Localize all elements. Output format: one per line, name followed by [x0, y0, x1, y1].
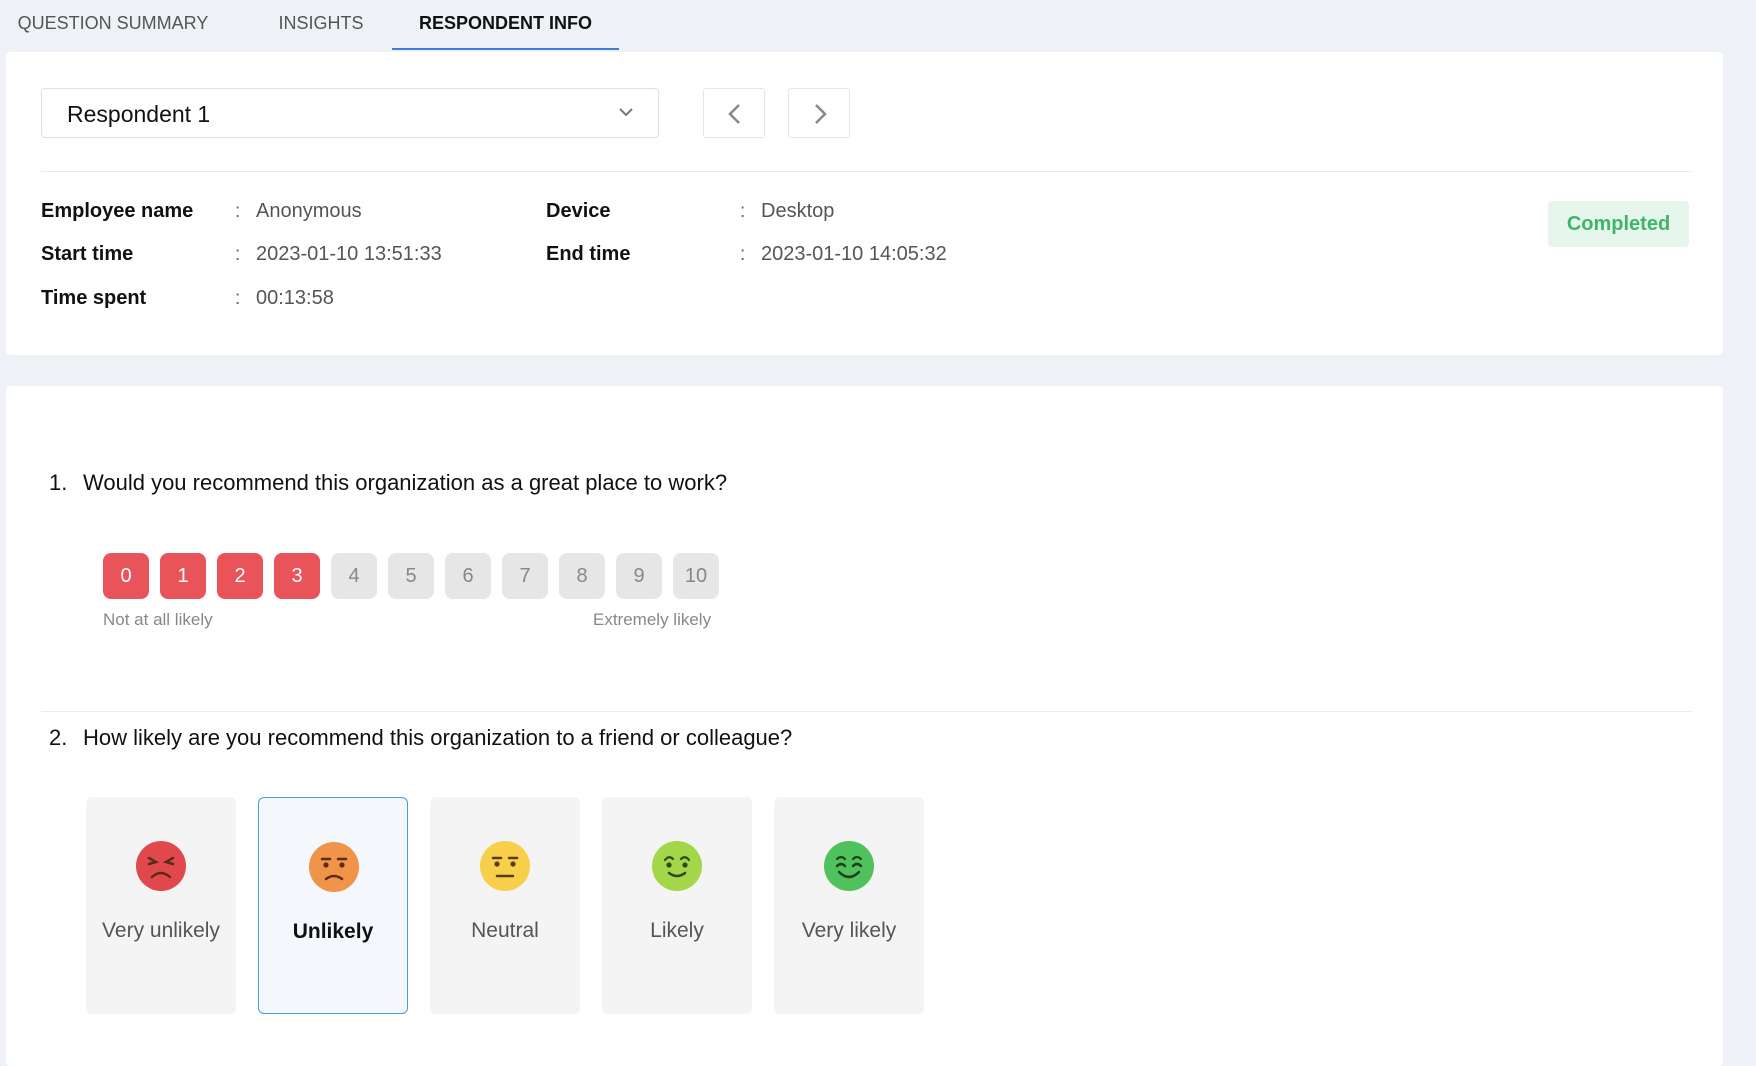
employee-name-value: Anonymous [256, 200, 362, 222]
nps-score-8[interactable]: 8 [559, 553, 605, 599]
nps-score-0[interactable]: 0 [103, 553, 149, 599]
frowning-face-icon [309, 842, 359, 892]
question-text: How likely are you recommend this organi… [83, 725, 793, 750]
angry-face-icon [136, 841, 186, 891]
nps-score-5[interactable]: 5 [388, 553, 434, 599]
separator: : [740, 201, 746, 222]
face-circle [480, 841, 530, 891]
face-circle [652, 841, 702, 891]
next-respondent-button[interactable] [788, 88, 850, 138]
time-spent-label: Time spent [41, 287, 147, 309]
option-label: Very likely [801, 919, 897, 942]
end-time-value: 2023-01-10 14:05:32 [761, 243, 947, 265]
option-label: Likely [650, 919, 704, 942]
respondent-select[interactable]: Respondent 1 [41, 88, 659, 138]
option-label: Unlikely [292, 920, 374, 943]
nps-score-6[interactable]: 6 [445, 553, 491, 599]
device-label: Device [546, 200, 611, 222]
option-label: Very unlikely [102, 919, 220, 942]
tab-respondent-info[interactable]: RESPONDENT INFO [392, 0, 619, 50]
neutral-face-icon [480, 841, 530, 891]
previous-respondent-button[interactable] [703, 88, 765, 138]
chevron-right-icon [815, 104, 827, 124]
device-value: Desktop [761, 200, 835, 222]
face-circle [136, 841, 186, 891]
separator: : [235, 244, 241, 265]
nps-score-9[interactable]: 9 [616, 553, 662, 599]
respondent-select-value: Respondent 1 [67, 101, 211, 127]
option-unlikely[interactable]: Unlikely [258, 797, 408, 1014]
option-very-likely[interactable]: Very likely [774, 797, 924, 1014]
question-text: Would you recommend this organization as… [83, 470, 728, 495]
tab-bar: QUESTION SUMMARY INSIGHTS RESPONDENT INF… [0, 0, 1756, 50]
separator: : [235, 201, 241, 222]
responses-card: 1. Would you recommend this organization… [6, 386, 1723, 1066]
nps-high-label: Extremely likely [593, 610, 712, 629]
nps-score-1[interactable]: 1 [160, 553, 206, 599]
tab-question-summary[interactable]: QUESTION SUMMARY [10, 0, 216, 50]
tab-insights[interactable]: INSIGHTS [258, 0, 384, 50]
face-circle [309, 842, 359, 892]
face-circle [824, 841, 874, 891]
nps-score-3[interactable]: 3 [274, 553, 320, 599]
time-spent-value: 00:13:58 [256, 287, 334, 309]
smiling-face-icon [652, 841, 702, 891]
start-time-value: 2023-01-10 13:51:33 [256, 243, 442, 265]
option-neutral[interactable]: Neutral [430, 797, 580, 1014]
nps-low-label: Not at all likely [103, 610, 213, 629]
option-very-unlikely[interactable]: Very unlikely [86, 797, 236, 1014]
question-number: 1. [49, 470, 68, 495]
employee-name-label: Employee name [41, 200, 194, 222]
end-time-label: End time [546, 243, 631, 265]
nps-score-2[interactable]: 2 [217, 553, 263, 599]
separator: : [740, 244, 746, 265]
start-time-label: Start time [41, 243, 134, 265]
happy-face-icon [824, 841, 874, 891]
question-number: 2. [49, 725, 68, 750]
nps-score-7[interactable]: 7 [502, 553, 548, 599]
chevron-down-icon [619, 108, 633, 117]
respondent-info-card: Respondent 1 Employee name : Anonymous S… [6, 52, 1723, 355]
nps-score-10[interactable]: 10 [673, 553, 719, 599]
divider [41, 711, 1691, 712]
nps-score-4[interactable]: 4 [331, 553, 377, 599]
status-badge: Completed [1548, 201, 1689, 247]
chevron-left-icon [728, 104, 740, 124]
divider [41, 171, 1691, 172]
option-label: Neutral [471, 919, 539, 942]
separator: : [235, 288, 241, 309]
option-likely[interactable]: Likely [602, 797, 752, 1014]
